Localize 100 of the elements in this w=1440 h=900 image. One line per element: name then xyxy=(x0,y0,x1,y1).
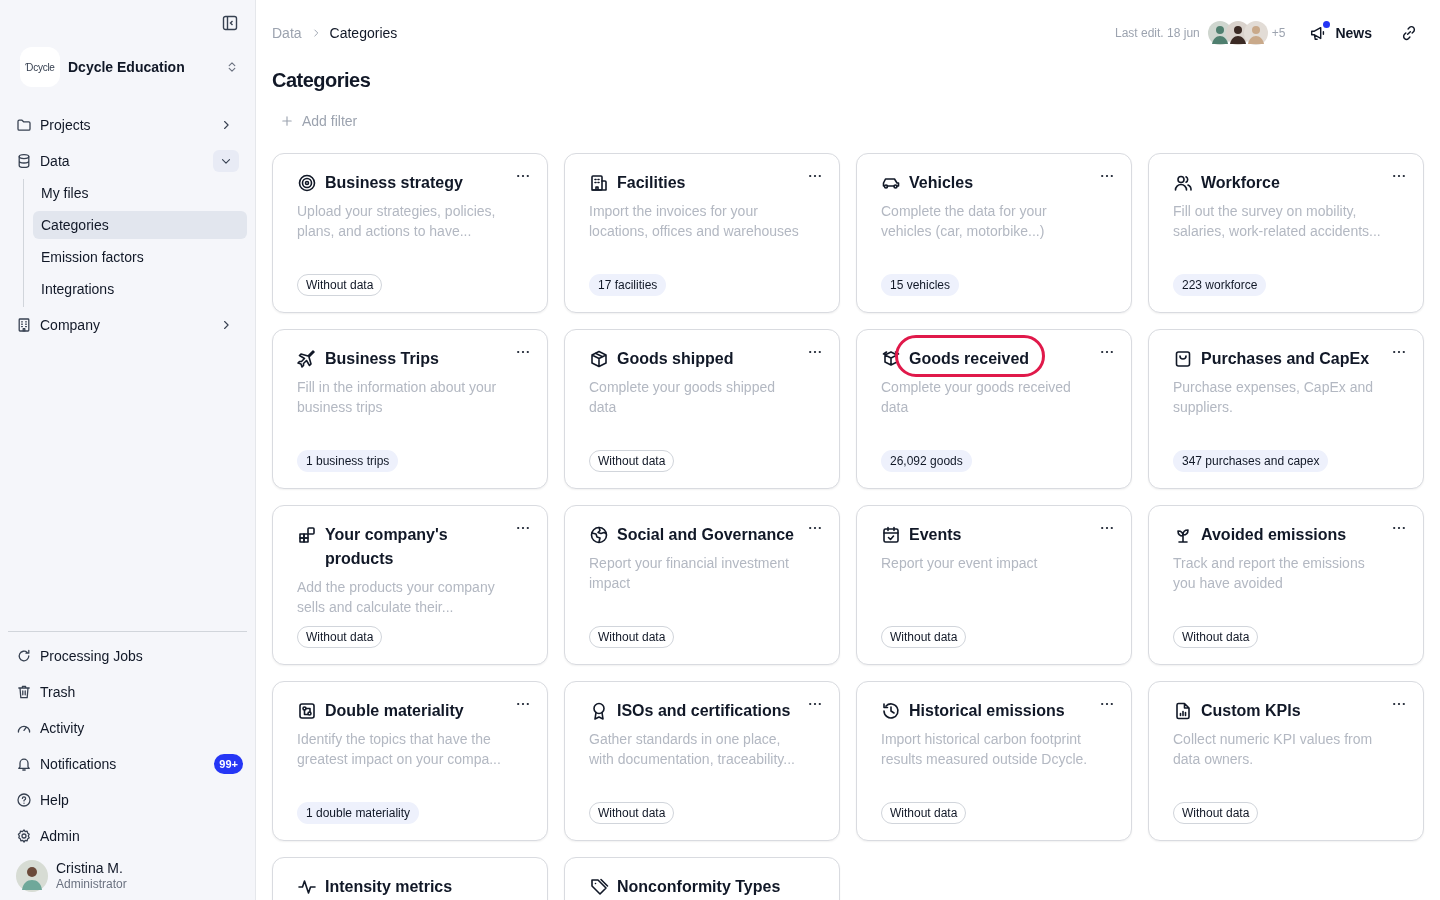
nav-item[interactable]: Projects xyxy=(8,107,247,143)
category-card[interactable]: Business strategy Upload your strategies, policies, plans, and actions to have... Without data xyxy=(272,153,548,313)
card-title: Nonconformity Types xyxy=(617,877,781,897)
card-description: Report your event impact xyxy=(881,554,1039,573)
settings-icon xyxy=(16,828,32,844)
category-card[interactable]: ISOs and certifications Gather standards in one place, with documentation, traceability... Without data xyxy=(564,681,840,841)
nav-subitem[interactable]: Integrations xyxy=(33,275,247,303)
card-title: Purchases and CapEx xyxy=(1201,349,1370,369)
status-badge: 15 vehicles xyxy=(881,274,960,296)
calendar-icon xyxy=(881,525,901,545)
status-badge: 347 purchases and capex xyxy=(1173,450,1329,472)
breadcrumb-item[interactable]: Categories xyxy=(329,23,398,43)
card-title: Intensity metrics xyxy=(325,877,453,897)
category-card[interactable]: Business Trips Fill in the information about your business trips 1 business trips xyxy=(272,329,548,489)
category-card[interactable]: Goods received Complete your goods received data 26,092 goods xyxy=(856,329,1132,489)
category-card[interactable]: Double materiality Identify the topics that have the greatest impact on your compa... 1 double materiality xyxy=(272,681,548,841)
card-title: Facilities xyxy=(617,173,686,193)
folder-icon xyxy=(16,117,32,133)
card-description: Add the products your company sells and calculate their... xyxy=(297,578,496,617)
news-button[interactable]: News xyxy=(1309,22,1372,44)
card-title: Vehicles xyxy=(909,173,974,193)
file-chart-icon xyxy=(1173,701,1193,721)
nav-subitem[interactable]: Emission factors xyxy=(33,243,247,271)
user-role: Administrator xyxy=(56,876,127,892)
tag-icon xyxy=(589,877,609,897)
category-card[interactable]: Intensity metrics xyxy=(272,857,548,900)
database-icon xyxy=(16,153,32,169)
category-card[interactable]: Custom KPIs Collect numeric KPI values from data owners. Without data xyxy=(1148,681,1424,841)
category-card[interactable]: Purchases and CapEx Purchase expenses, CapEx and suppliers. 347 purchases and capex xyxy=(1148,329,1424,489)
status-badge: 223 workforce xyxy=(1173,274,1267,296)
help-icon xyxy=(16,792,32,808)
refresh-icon xyxy=(16,648,32,664)
category-card[interactable]: Goods shipped Complete your goods shipped data Without data xyxy=(564,329,840,489)
notification-badge: 99+ xyxy=(214,754,243,774)
nav-item[interactable]: Company xyxy=(8,307,247,343)
last-edit-text: Last edit. 18 jun xyxy=(1115,25,1200,42)
nav-item[interactable]: Help xyxy=(8,782,247,818)
building-icon xyxy=(589,173,609,193)
card-description: Fill out the survey on mobility, salaries, work-related accidents... xyxy=(1173,202,1382,241)
nav-item[interactable]: Trash xyxy=(8,674,247,710)
org-logo: Ɗcycle xyxy=(20,47,60,87)
category-card[interactable]: Historical emissions Import historical carbon footprint results measured outside Dcycle. Without data xyxy=(856,681,1132,841)
nav-item[interactable]: Activity xyxy=(8,710,247,746)
card-title: Avoided emissions xyxy=(1201,525,1347,545)
card-description: Complete the data for your vehicles (car, motorbike...) xyxy=(881,202,1048,241)
category-card[interactable]: Vehicles Complete the data for your vehicles (car, motorbike...) 15 vehicles xyxy=(856,153,1132,313)
bell-icon xyxy=(16,756,32,772)
card-description: Identify the topics that have the greatest impact on your compa... xyxy=(297,730,502,769)
nav-subitem[interactable]: Categories xyxy=(33,211,247,239)
link-icon[interactable] xyxy=(1400,24,1418,42)
page-title: Categories xyxy=(272,68,372,93)
card-description: Gather standards in one place, with documentation, traceability... xyxy=(589,730,796,769)
org-name[interactable]: Dcycle Education xyxy=(68,56,225,78)
target-icon xyxy=(297,173,317,193)
card-description: Upload your strategies, policies, plans, and actions to have... xyxy=(297,202,497,241)
card-title: Your company's products xyxy=(325,525,449,569)
plus-icon xyxy=(280,114,294,128)
users-icon xyxy=(1173,173,1193,193)
status-badge: Without data xyxy=(589,626,675,648)
status-badge: Without data xyxy=(589,450,675,472)
sidebar-toggle-icon[interactable] xyxy=(222,15,238,31)
status-badge: Without data xyxy=(589,802,675,824)
category-card[interactable]: Nonconformity Types xyxy=(564,857,840,900)
nav-item[interactable]: Processing Jobs xyxy=(8,638,247,674)
card-title: Goods received xyxy=(909,349,1030,369)
card-title: Events xyxy=(909,525,962,545)
status-badge: Without data xyxy=(881,626,967,648)
category-card[interactable]: Your company's products Add the products your company sells and calculate their... Without data xyxy=(272,505,548,665)
status-badge: 1 business trips xyxy=(297,450,399,472)
plane-icon xyxy=(297,349,317,369)
nav-item[interactable]: Admin xyxy=(8,818,247,854)
category-card[interactable]: Workforce Fill out the survey on mobility, salaries, work-related accidents... 223 workforce xyxy=(1148,153,1424,313)
card-title: Goods shipped xyxy=(617,349,734,369)
nav-subitem[interactable]: My files xyxy=(33,179,247,207)
status-badge: 26,092 goods xyxy=(881,450,972,472)
nav-item[interactable]: Notifications 99+ xyxy=(8,746,247,782)
status-badge: Without data xyxy=(297,626,383,648)
card-title: Double materiality xyxy=(325,701,464,721)
diagram-icon xyxy=(297,701,317,721)
card-description: Import historical carbon footprint results measured outside Dcycle. xyxy=(881,730,1089,769)
building-icon xyxy=(16,317,32,333)
card-description: Complete your goods received data xyxy=(881,378,1072,417)
more-editors-count: +5 xyxy=(1271,25,1286,42)
pulse-icon xyxy=(297,877,317,897)
category-card[interactable]: Facilities Import the invoices for your locations, offices and warehouses 17 facilities xyxy=(564,153,840,313)
status-badge: Without data xyxy=(1173,626,1259,648)
avatar[interactable] xyxy=(16,860,48,892)
avatar xyxy=(1243,21,1268,45)
nav-item[interactable]: Data xyxy=(8,143,247,179)
category-card[interactable]: Events Report your event impact Without data xyxy=(856,505,1132,665)
trash-icon xyxy=(16,684,32,700)
card-title: Workforce xyxy=(1201,173,1280,193)
card-title: Social and Governance xyxy=(617,525,794,545)
blocks-icon xyxy=(297,525,317,545)
card-title: Historical emissions xyxy=(909,701,1065,721)
category-card[interactable]: Social and Governance Report your financial investment impact Without data xyxy=(564,505,840,665)
card-description: Complete your goods shipped data xyxy=(589,378,776,417)
card-description: Collect numeric KPI values from data owners. xyxy=(1173,730,1374,769)
category-card[interactable]: Avoided emissions Track and report the emissions you have avoided Without data xyxy=(1148,505,1424,665)
card-title: Business strategy xyxy=(325,173,463,193)
